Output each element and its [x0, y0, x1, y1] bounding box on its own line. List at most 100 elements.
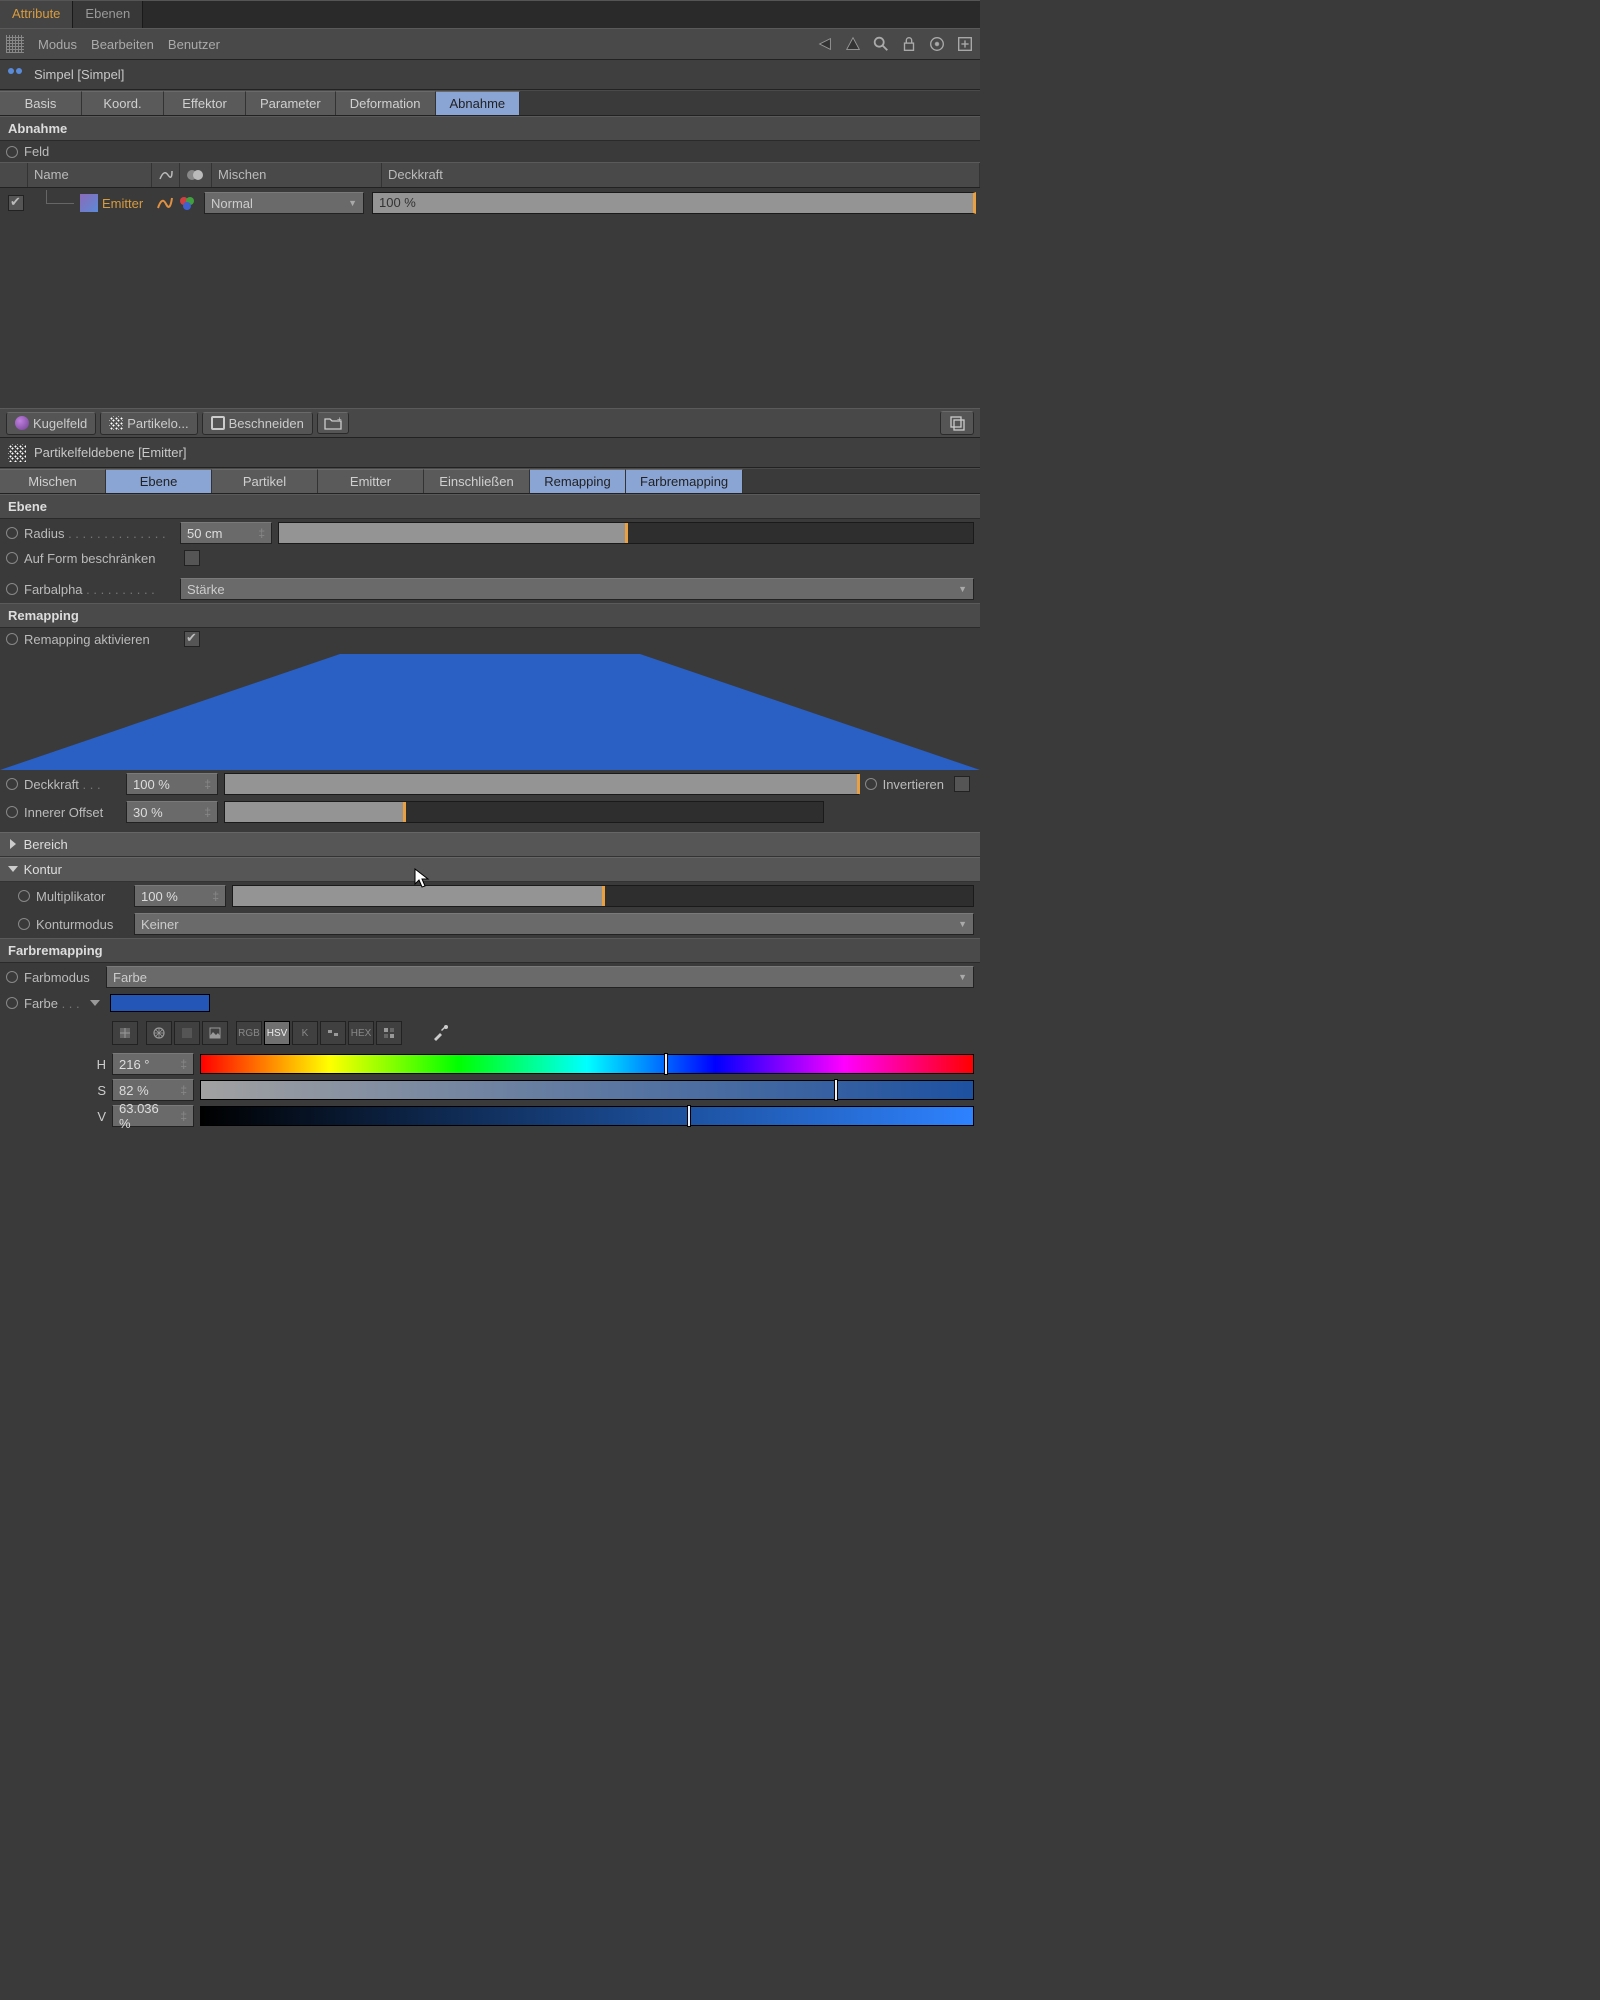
section-farbremapping: Farbremapping	[0, 938, 980, 963]
window-tab-attribute[interactable]: Attribute	[0, 1, 73, 28]
anim-dot-deckkraft[interactable]	[6, 778, 18, 790]
field-list-row[interactable]: Emitter Normal 100 %	[0, 188, 980, 218]
col-name[interactable]: Name	[28, 163, 152, 187]
tab2-farbremapping[interactable]: Farbremapping	[626, 469, 743, 493]
tab2-remapping[interactable]: Remapping	[530, 469, 626, 493]
anim-dot-mult[interactable]	[18, 890, 30, 902]
row-name[interactable]: Emitter	[102, 196, 143, 211]
ct-spectrum-icon[interactable]	[112, 1021, 138, 1045]
eyedropper-icon[interactable]	[430, 1023, 450, 1043]
aufform-checkbox[interactable]	[184, 550, 200, 566]
deckkraft-input[interactable]: 100 %	[126, 773, 218, 795]
row-checkbox[interactable]	[8, 195, 24, 211]
btn-partikelo[interactable]: Partikelo...	[100, 412, 197, 435]
tab2-ebene[interactable]: Ebene	[106, 469, 212, 493]
nav-left-icon[interactable]	[816, 35, 834, 53]
tab2-mischen[interactable]: Mischen	[0, 469, 106, 493]
anim-dot-remap[interactable]	[6, 633, 18, 645]
grid-icon[interactable]	[6, 35, 24, 53]
col-deckkraft[interactable]: Deckkraft	[382, 163, 980, 187]
ct-image-icon[interactable]	[202, 1021, 228, 1045]
col-circles-icon[interactable]	[180, 163, 212, 187]
expand-bereich[interactable]: Bereich	[0, 832, 980, 857]
row-opacity-bar[interactable]: 100 %	[372, 192, 976, 214]
val-row: V 63.036 %	[0, 1103, 980, 1129]
farbalpha-select[interactable]: Stärke	[180, 578, 974, 600]
color-mode-toolbar: RGB HSV K HEX	[0, 1015, 980, 1051]
radius-slider[interactable]	[278, 522, 974, 544]
ct-mixer-icon[interactable]	[320, 1021, 346, 1045]
lock-icon[interactable]	[900, 35, 918, 53]
nav-up-icon[interactable]	[844, 35, 862, 53]
val-slider[interactable]	[200, 1106, 974, 1126]
row-mix-select[interactable]: Normal	[204, 192, 364, 214]
sat-slider[interactable]	[200, 1080, 974, 1100]
v-input[interactable]: 63.036 %	[112, 1105, 194, 1127]
ct-k-button[interactable]: K	[292, 1021, 318, 1045]
anim-dot-invertieren[interactable]	[865, 778, 877, 790]
anim-dot-radius[interactable]	[6, 527, 18, 539]
col-curve-icon[interactable]	[152, 163, 180, 187]
tab2-partikel[interactable]: Partikel	[212, 469, 318, 493]
btn-kugelfeld[interactable]: Kugelfeld	[6, 412, 96, 435]
falloff-visualization[interactable]	[0, 650, 980, 770]
anim-dot-farbmodus[interactable]	[6, 971, 18, 983]
window-tab-ebenen[interactable]: Ebenen	[73, 1, 143, 28]
search-icon[interactable]	[872, 35, 890, 53]
tab-abnahme[interactable]: Abnahme	[436, 91, 521, 115]
tab-koord[interactable]: Koord.	[82, 91, 164, 115]
btn-beschneiden[interactable]: Beschneiden	[202, 412, 313, 435]
h-input[interactable]: 216 °	[112, 1053, 194, 1075]
tab-parameter[interactable]: Parameter	[246, 91, 336, 115]
innerer-row: Innerer Offset 30 %	[0, 798, 980, 826]
color-expand-icon[interactable]	[90, 1000, 100, 1006]
field-list-area[interactable]	[0, 218, 980, 408]
ct-square-icon[interactable]	[174, 1021, 200, 1045]
konturmodus-select[interactable]: Keiner	[134, 913, 974, 935]
ct-hsv-button[interactable]: HSV	[264, 1021, 290, 1045]
anim-dot-farbalpha[interactable]	[6, 583, 18, 595]
anim-dot-konturmodus[interactable]	[18, 918, 30, 930]
remap-activate-checkbox[interactable]	[184, 631, 200, 647]
invertieren-checkbox[interactable]	[954, 776, 970, 792]
tab2-emitter[interactable]: Emitter	[318, 469, 424, 493]
multiplikator-slider[interactable]	[232, 885, 974, 907]
tab-basis[interactable]: Basis	[0, 91, 82, 115]
remap-activate-label: Remapping aktivieren	[24, 632, 174, 647]
tab2-einschliessen[interactable]: Einschließen	[424, 469, 530, 493]
remapping-activate-row: Remapping aktivieren	[0, 628, 980, 650]
anim-dot[interactable]	[6, 146, 18, 158]
konturmodus-label: Konturmodus	[36, 917, 128, 932]
target-icon[interactable]	[928, 35, 946, 53]
multiplikator-input[interactable]: 100 %	[134, 885, 226, 907]
anim-dot-innerer[interactable]	[6, 806, 18, 818]
s-input[interactable]: 82 %	[112, 1079, 194, 1101]
col-mischen[interactable]: Mischen	[212, 163, 382, 187]
ct-wheel-icon[interactable]	[146, 1021, 172, 1045]
menu-bearbeiten[interactable]: Bearbeiten	[91, 37, 154, 52]
anim-dot-aufform[interactable]	[6, 552, 18, 564]
row-circles-icon[interactable]	[178, 194, 196, 212]
expand-kontur[interactable]: Kontur	[0, 857, 980, 882]
deckkraft-slider[interactable]	[224, 773, 859, 795]
tab-effektor[interactable]: Effektor	[164, 91, 246, 115]
btn-cliplayer[interactable]	[940, 411, 974, 435]
ct-swatches-icon[interactable]	[376, 1021, 402, 1045]
color-swatch[interactable]	[110, 994, 210, 1012]
btn-folder[interactable]: +	[317, 412, 349, 434]
new-window-icon[interactable]	[956, 35, 974, 53]
hue-slider[interactable]	[200, 1054, 974, 1074]
object2-tabs: Mischen Ebene Partikel Emitter Einschlie…	[0, 468, 980, 494]
ct-hex-button[interactable]: HEX	[348, 1021, 374, 1045]
innerer-slider[interactable]	[224, 801, 824, 823]
tab-deformation[interactable]: Deformation	[336, 91, 436, 115]
farbmodus-select[interactable]: Farbe	[106, 966, 974, 988]
radius-input[interactable]: 50 cm	[180, 522, 272, 544]
menu-benutzer[interactable]: Benutzer	[168, 37, 220, 52]
object1-tabs: Basis Koord. Effektor Parameter Deformat…	[0, 90, 980, 116]
ct-rgb-button[interactable]: RGB	[236, 1021, 262, 1045]
anim-dot-farbe[interactable]	[6, 997, 18, 1009]
row-curve-icon[interactable]	[156, 194, 174, 212]
innerer-input[interactable]: 30 %	[126, 801, 218, 823]
menu-modus[interactable]: Modus	[38, 37, 77, 52]
